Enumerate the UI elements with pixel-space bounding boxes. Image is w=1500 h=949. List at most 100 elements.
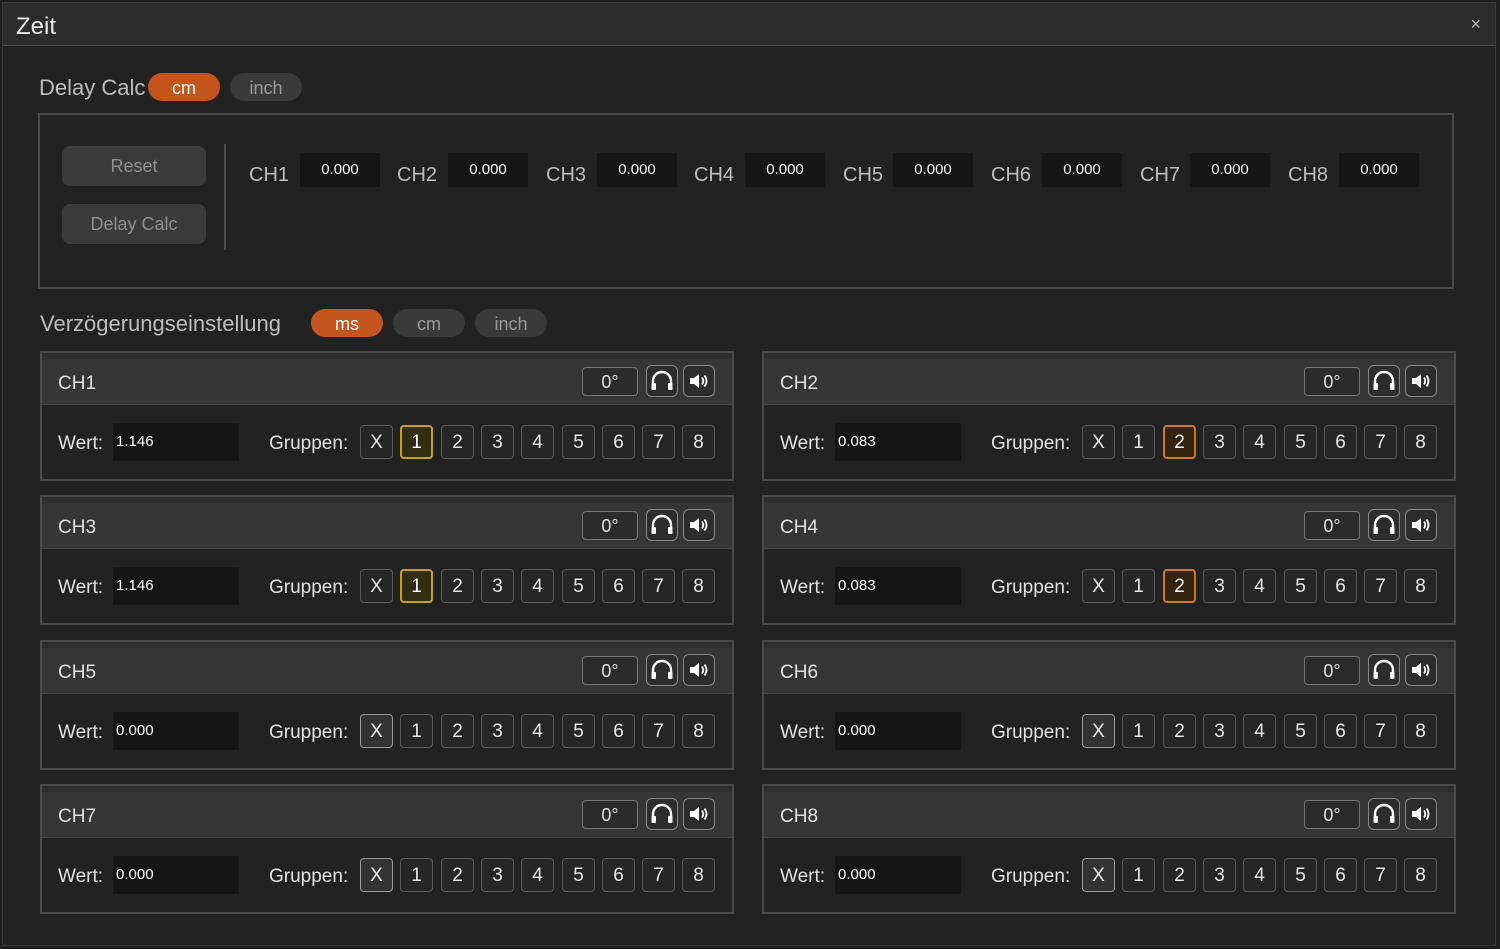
- delay-calc-unit-inch[interactable]: inch: [230, 73, 302, 101]
- group-button-8[interactable]: 8: [682, 569, 715, 603]
- delay-value-field[interactable]: 0.000: [835, 856, 961, 894]
- group-button-8[interactable]: 8: [1404, 425, 1437, 459]
- group-button-8[interactable]: 8: [682, 858, 715, 892]
- group-button-2[interactable]: 2: [1163, 425, 1196, 459]
- group-button-6[interactable]: 6: [602, 569, 635, 603]
- headphones-icon[interactable]: [646, 798, 678, 830]
- group-button-4[interactable]: 4: [521, 569, 554, 603]
- reset-button[interactable]: Reset: [62, 146, 206, 186]
- phase-button[interactable]: 0°: [582, 656, 638, 685]
- group-button-8[interactable]: 8: [682, 714, 715, 748]
- group-button-7[interactable]: 7: [642, 858, 675, 892]
- group-button-1[interactable]: 1: [1122, 858, 1155, 892]
- phase-button[interactable]: 0°: [582, 511, 638, 540]
- headphones-icon[interactable]: [1368, 509, 1400, 541]
- delay-calc-button[interactable]: Delay Calc: [62, 204, 206, 244]
- calc-channel-distance-field[interactable]: 0.000: [1190, 153, 1270, 187]
- group-button-none[interactable]: X: [360, 425, 393, 459]
- speaker-icon[interactable]: [683, 509, 715, 541]
- phase-button[interactable]: 0°: [1304, 511, 1360, 540]
- speaker-icon[interactable]: [1405, 365, 1437, 397]
- group-button-3[interactable]: 3: [481, 858, 514, 892]
- group-button-1[interactable]: 1: [400, 858, 433, 892]
- phase-button[interactable]: 0°: [582, 367, 638, 396]
- group-button-5[interactable]: 5: [562, 714, 595, 748]
- group-button-none[interactable]: X: [1082, 569, 1115, 603]
- delay-value-field[interactable]: 0.000: [113, 712, 239, 750]
- group-button-none[interactable]: X: [360, 569, 393, 603]
- delay-calc-unit-cm[interactable]: cm: [148, 73, 220, 101]
- speaker-icon[interactable]: [1405, 654, 1437, 686]
- group-button-none[interactable]: X: [360, 714, 393, 748]
- headphones-icon[interactable]: [1368, 365, 1400, 397]
- phase-button[interactable]: 0°: [1304, 656, 1360, 685]
- group-button-2[interactable]: 2: [441, 858, 474, 892]
- group-button-7[interactable]: 7: [642, 425, 675, 459]
- speaker-icon[interactable]: [1405, 798, 1437, 830]
- headphones-icon[interactable]: [646, 365, 678, 397]
- group-button-2[interactable]: 2: [1163, 714, 1196, 748]
- group-button-4[interactable]: 4: [1243, 858, 1276, 892]
- headphones-icon[interactable]: [1368, 654, 1400, 686]
- headphones-icon[interactable]: [646, 509, 678, 541]
- group-button-1[interactable]: 1: [400, 569, 433, 603]
- delay-unit-ms[interactable]: ms: [311, 309, 383, 337]
- group-button-7[interactable]: 7: [642, 569, 675, 603]
- group-button-none[interactable]: X: [360, 858, 393, 892]
- group-button-1[interactable]: 1: [1122, 425, 1155, 459]
- calc-channel-distance-field[interactable]: 0.000: [745, 153, 825, 187]
- group-button-none[interactable]: X: [1082, 425, 1115, 459]
- calc-channel-distance-field[interactable]: 0.000: [893, 153, 973, 187]
- group-button-5[interactable]: 5: [562, 569, 595, 603]
- delay-unit-cm[interactable]: cm: [393, 309, 465, 337]
- group-button-5[interactable]: 5: [1284, 569, 1317, 603]
- group-button-5[interactable]: 5: [1284, 425, 1317, 459]
- group-button-7[interactable]: 7: [1364, 858, 1397, 892]
- speaker-icon[interactable]: [1405, 509, 1437, 541]
- group-button-none[interactable]: X: [1082, 858, 1115, 892]
- group-button-6[interactable]: 6: [1324, 714, 1357, 748]
- phase-button[interactable]: 0°: [1304, 800, 1360, 829]
- calc-channel-distance-field[interactable]: 0.000: [448, 153, 528, 187]
- group-button-2[interactable]: 2: [441, 714, 474, 748]
- group-button-7[interactable]: 7: [642, 714, 675, 748]
- group-button-7[interactable]: 7: [1364, 425, 1397, 459]
- phase-button[interactable]: 0°: [582, 800, 638, 829]
- group-button-8[interactable]: 8: [682, 425, 715, 459]
- calc-channel-distance-field[interactable]: 0.000: [1339, 153, 1419, 187]
- delay-value-field[interactable]: 1.146: [113, 423, 239, 461]
- group-button-none[interactable]: X: [1082, 714, 1115, 748]
- calc-channel-distance-field[interactable]: 0.000: [1042, 153, 1122, 187]
- group-button-2[interactable]: 2: [441, 569, 474, 603]
- group-button-4[interactable]: 4: [521, 714, 554, 748]
- group-button-8[interactable]: 8: [1404, 714, 1437, 748]
- close-icon[interactable]: ×: [1470, 14, 1481, 35]
- group-button-3[interactable]: 3: [1203, 714, 1236, 748]
- group-button-4[interactable]: 4: [1243, 714, 1276, 748]
- group-button-5[interactable]: 5: [1284, 858, 1317, 892]
- group-button-2[interactable]: 2: [1163, 858, 1196, 892]
- group-button-2[interactable]: 2: [1163, 569, 1196, 603]
- delay-value-field[interactable]: 0.083: [835, 423, 961, 461]
- calc-channel-distance-field[interactable]: 0.000: [597, 153, 677, 187]
- group-button-3[interactable]: 3: [481, 714, 514, 748]
- headphones-icon[interactable]: [1368, 798, 1400, 830]
- delay-value-field[interactable]: 0.000: [835, 712, 961, 750]
- speaker-icon[interactable]: [683, 654, 715, 686]
- group-button-6[interactable]: 6: [602, 858, 635, 892]
- delay-value-field[interactable]: 1.146: [113, 567, 239, 605]
- group-button-4[interactable]: 4: [521, 858, 554, 892]
- phase-button[interactable]: 0°: [1304, 367, 1360, 396]
- calc-channel-distance-field[interactable]: 0.000: [300, 153, 380, 187]
- group-button-7[interactable]: 7: [1364, 569, 1397, 603]
- group-button-1[interactable]: 1: [400, 425, 433, 459]
- group-button-3[interactable]: 3: [1203, 858, 1236, 892]
- group-button-6[interactable]: 6: [1324, 569, 1357, 603]
- group-button-3[interactable]: 3: [481, 569, 514, 603]
- group-button-7[interactable]: 7: [1364, 714, 1397, 748]
- group-button-1[interactable]: 1: [1122, 569, 1155, 603]
- group-button-4[interactable]: 4: [521, 425, 554, 459]
- group-button-4[interactable]: 4: [1243, 425, 1276, 459]
- group-button-5[interactable]: 5: [562, 858, 595, 892]
- group-button-6[interactable]: 6: [1324, 425, 1357, 459]
